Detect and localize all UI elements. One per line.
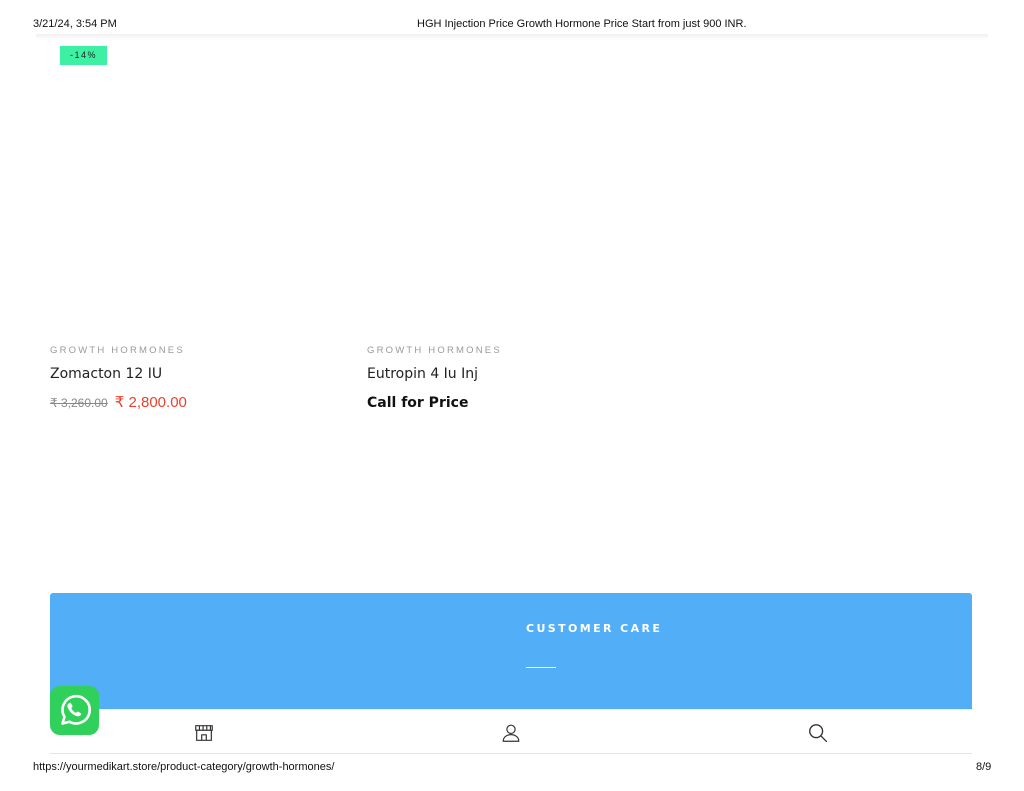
product-title-link[interactable]: Zomacton 12 IU bbox=[50, 365, 350, 383]
shop-icon[interactable] bbox=[193, 722, 215, 744]
sale-price: ₹ 2,800.00 bbox=[114, 394, 187, 411]
whatsapp-icon bbox=[61, 694, 91, 725]
header-shadow-divider bbox=[36, 34, 988, 40]
customer-care-heading: CUSTOMER CARE bbox=[526, 622, 663, 635]
product-card-zomacton[interactable]: GROWTH HORMONES Zomacton 12 IU ₹ 3,260.0… bbox=[50, 344, 350, 412]
search-icon[interactable] bbox=[807, 722, 829, 744]
print-page-title: HGH Injection Price Growth Hormone Price… bbox=[417, 18, 747, 30]
product-price: ₹ 3,260.00 ₹ 2,800.00 bbox=[50, 393, 350, 412]
old-price: ₹ 3,260.00 bbox=[50, 396, 108, 410]
print-datetime: 3/21/24, 3:54 PM bbox=[33, 18, 117, 30]
sale-badge: -14% bbox=[60, 46, 107, 65]
mobile-bottom-nav bbox=[50, 709, 972, 754]
product-price: Call for Price bbox=[367, 393, 667, 412]
print-footer: https://yourmedikart.store/product-categ… bbox=[0, 761, 1024, 775]
print-url: https://yourmedikart.store/product-categ… bbox=[33, 761, 335, 773]
customer-care-section: CUSTOMER CARE bbox=[50, 593, 972, 709]
call-for-price: Call for Price bbox=[367, 395, 469, 411]
page-number: 8/9 bbox=[976, 761, 992, 773]
product-card-eutropin[interactable]: GROWTH HORMONES Eutropin 4 Iu Inj Call f… bbox=[367, 344, 667, 412]
account-icon[interactable] bbox=[500, 722, 522, 744]
print-header: 3/21/24, 3:54 PM HGH Injection Price Gro… bbox=[0, 18, 1024, 32]
heading-underline bbox=[526, 667, 556, 668]
product-title-link[interactable]: Eutropin 4 Iu Inj bbox=[367, 365, 667, 383]
product-category-link[interactable]: GROWTH HORMONES bbox=[50, 344, 350, 357]
whatsapp-chat-button[interactable] bbox=[50, 686, 99, 735]
product-category-link[interactable]: GROWTH HORMONES bbox=[367, 344, 667, 357]
